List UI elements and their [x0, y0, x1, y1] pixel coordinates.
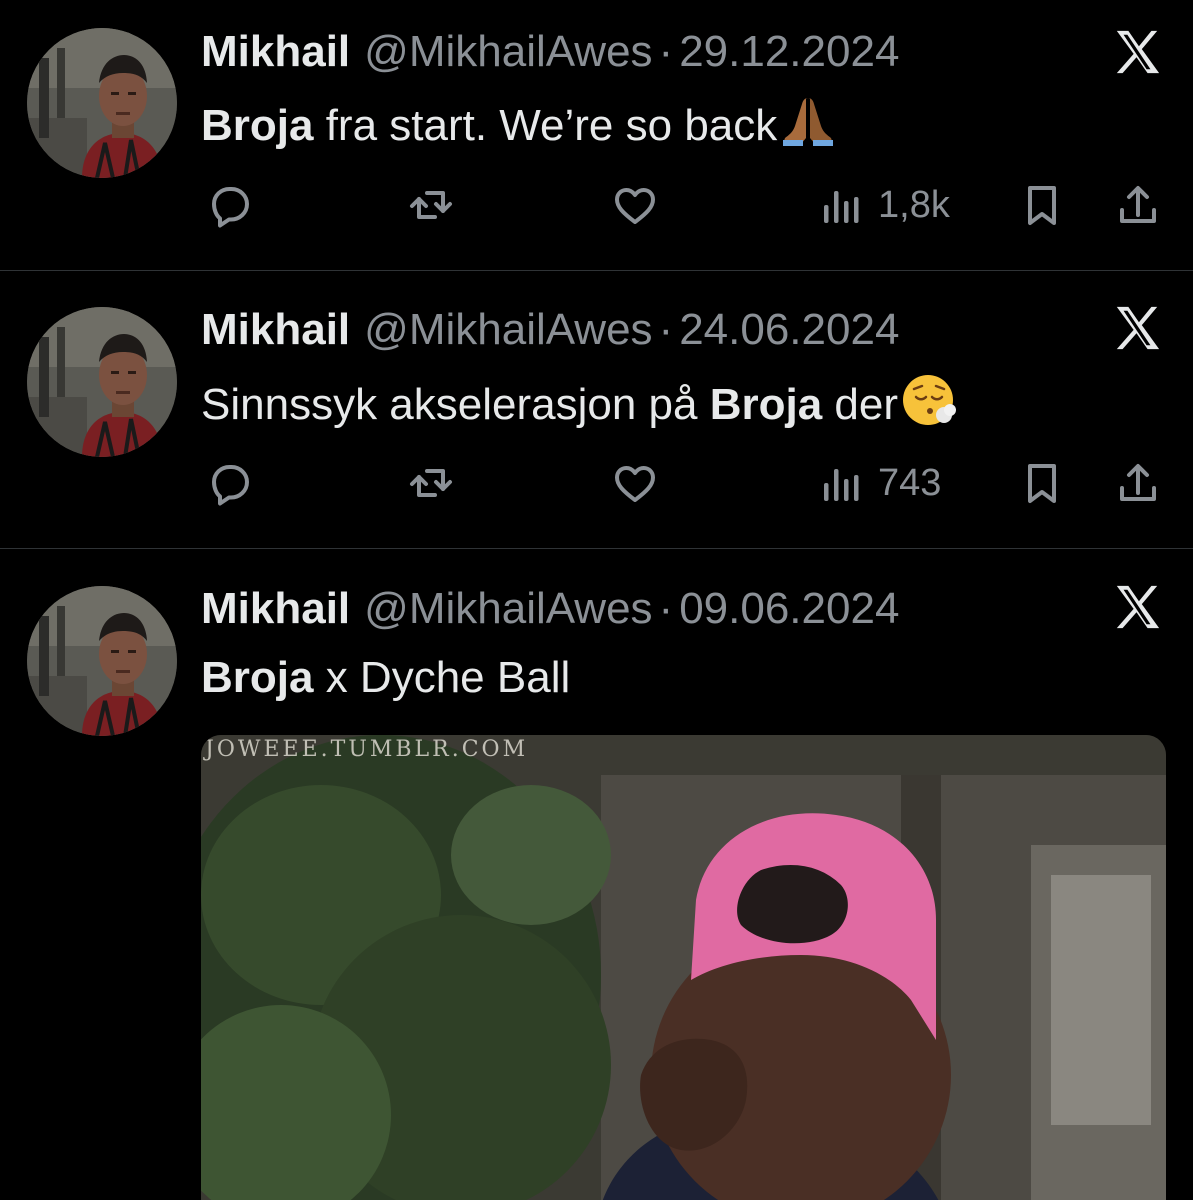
- like-icon: [615, 466, 655, 502]
- x-logo-icon: [1116, 585, 1160, 629]
- timeline: Mikhail @MikhailAwes · 29.12.2024 Broja …: [0, 0, 1193, 1200]
- tweet-date[interactable]: 09.06.2024: [679, 584, 899, 634]
- tweet-text-body: der: [822, 380, 899, 429]
- like-button[interactable]: [607, 453, 663, 513]
- bookmark-button[interactable]: [1014, 453, 1070, 513]
- media-gif[interactable]: JOWEEE.TUMBLR.COM: [201, 735, 1166, 1200]
- views-button[interactable]: 1,8k: [814, 175, 950, 235]
- bookmark-button[interactable]: [1014, 175, 1070, 235]
- x-logo-icon: [1116, 306, 1160, 350]
- mention-text[interactable]: Broja: [201, 101, 313, 150]
- mention-text[interactable]: Broja: [201, 653, 313, 702]
- view-count: 743: [878, 461, 942, 504]
- user-handle[interactable]: @MikhailAwes: [364, 584, 652, 634]
- reply-icon: [212, 187, 249, 228]
- like-icon: [615, 188, 655, 224]
- bookmark-icon: [1028, 464, 1056, 503]
- avatar[interactable]: [27, 586, 177, 736]
- folded-hands-emoji-icon: [783, 98, 834, 146]
- views-icon: [824, 469, 859, 501]
- share-icon: [1120, 186, 1156, 223]
- share-button[interactable]: [1110, 175, 1166, 235]
- tweet-text-body: Sinnssyk akselerasjon på: [201, 380, 710, 429]
- retweet-icon: [410, 191, 452, 219]
- tweet-text-body: x Dyche Ball: [313, 653, 571, 702]
- views-icon: [824, 191, 859, 223]
- tweet[interactable]: Mikhail @MikhailAwes · 24.06.2024 Sinnss…: [0, 271, 1193, 549]
- retweet-icon: [410, 469, 452, 497]
- reply-icon: [212, 465, 249, 506]
- separator: ·: [658, 27, 674, 76]
- separator: ·: [658, 584, 674, 633]
- share-button[interactable]: [1110, 453, 1166, 513]
- retweet-button[interactable]: [403, 175, 459, 235]
- x-logo-icon: [1116, 30, 1160, 74]
- tweet-actions: 1,8k: [0, 175, 1193, 235]
- media-watermark: JOWEEE.TUMBLR.COM: [205, 737, 529, 762]
- like-button[interactable]: [607, 175, 663, 235]
- user-handle[interactable]: @MikhailAwes: [364, 27, 652, 77]
- tweet-date[interactable]: 24.06.2024: [679, 305, 899, 355]
- tweet-text-body: fra start. We’re so back: [313, 101, 778, 150]
- gif-image: [201, 735, 1166, 1200]
- reply-button[interactable]: [202, 175, 258, 235]
- view-count: 1,8k: [878, 183, 950, 226]
- mention-text[interactable]: Broja: [710, 380, 822, 429]
- share-icon: [1120, 464, 1156, 501]
- display-name[interactable]: Mikhail: [201, 27, 350, 77]
- retweet-button[interactable]: [403, 453, 459, 513]
- display-name[interactable]: Mikhail: [201, 584, 350, 634]
- reply-button[interactable]: [202, 453, 258, 513]
- separator: ·: [658, 305, 674, 354]
- user-handle[interactable]: @MikhailAwes: [364, 305, 652, 355]
- tweet-header: Mikhail @MikhailAwes · 24.06.2024: [201, 305, 899, 355]
- face-exhaling-emoji-icon: [903, 375, 957, 425]
- tweet-header: Mikhail @MikhailAwes · 29.12.2024: [201, 27, 899, 77]
- tweet[interactable]: Mikhail @MikhailAwes · 29.12.2024 Broja …: [0, 0, 1193, 271]
- avatar[interactable]: [27, 28, 177, 178]
- display-name[interactable]: Mikhail: [201, 305, 350, 355]
- tweet[interactable]: Mikhail @MikhailAwes · 09.06.2024 Broja …: [0, 549, 1193, 1200]
- tweet-text: Broja x Dyche Ball: [201, 650, 570, 706]
- tweet-date[interactable]: 29.12.2024: [679, 27, 899, 77]
- tweet-text: Sinnssyk akselerasjon på Broja der: [201, 371, 958, 433]
- views-button[interactable]: 743: [814, 453, 941, 513]
- tweet-header: Mikhail @MikhailAwes · 09.06.2024: [201, 584, 899, 634]
- tweet-actions: 743: [0, 453, 1193, 513]
- bookmark-icon: [1028, 186, 1056, 225]
- avatar[interactable]: [27, 307, 177, 457]
- tweet-text: Broja fra start. We’re so back: [201, 92, 837, 154]
